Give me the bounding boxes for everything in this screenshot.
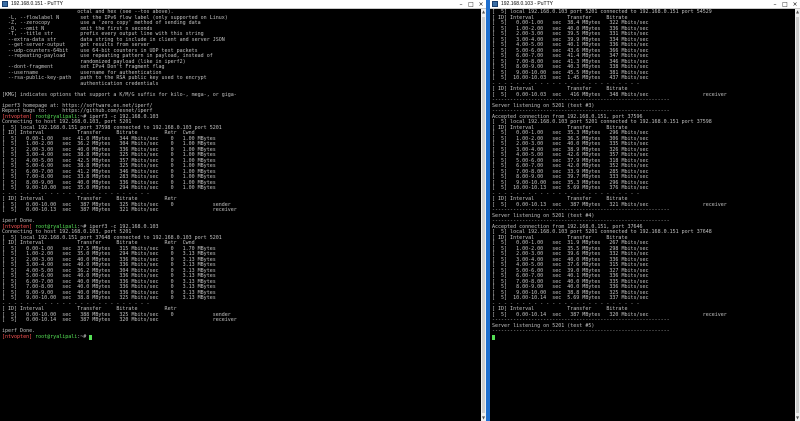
terminal-line-text: ----------------------------------------… (492, 328, 670, 334)
scroll-down-arrow-icon[interactable]: ▼ (795, 415, 800, 421)
left-putty-window[interactable]: 192.168.0.151 - PuTTY – □ × octal and he… (0, 0, 486, 421)
right-terminal-output[interactable]: [ 5] local 192.168.0.103 port 5201 conne… (490, 9, 794, 421)
minimize-icon[interactable]: – (456, 0, 466, 9)
maximize-icon[interactable]: □ (466, 0, 476, 9)
scroll-up-arrow-icon[interactable]: ▲ (481, 9, 486, 15)
scroll-down-arrow-icon[interactable]: ▼ (481, 415, 486, 421)
terminal-cursor (89, 334, 93, 340)
prompt-user-host: root@ryalipali (35, 333, 78, 340)
minimize-icon[interactable]: – (770, 0, 780, 9)
terminal-line-text: authentication credentials (2, 80, 159, 87)
terminal-line: [ntvopten] root@ryalipali:~# (2, 333, 478, 341)
putty-icon (2, 1, 8, 7)
left-terminal-output[interactable]: octal and hex (see --tos above). -L, --f… (0, 9, 480, 421)
right-scrollbar[interactable]: ▲ ▼ (795, 9, 800, 421)
terminal-line-text: :~# (77, 333, 90, 340)
maximize-icon[interactable]: □ (780, 0, 790, 9)
right-putty-window[interactable]: 192.168.0.103 - PuTTY – □ × [ 5] local 1… (490, 0, 800, 421)
left-title-bar[interactable]: 192.168.0.151 - PuTTY – □ × (0, 0, 486, 9)
terminal-line-text: [ 5] 0.00-10.14 sec 387 MBytes 320 Mbits… (2, 317, 237, 323)
terminal-line-text: [ 5] 0.00-10.13 sec 387 MBytes 321 Mbits… (2, 207, 237, 213)
left-scrollbar-thumb[interactable] (482, 17, 485, 413)
left-window-title: 192.168.0.151 - PuTTY (11, 1, 63, 7)
putty-icon (492, 1, 498, 7)
terminal-cursor (492, 334, 495, 340)
scroll-up-arrow-icon[interactable]: ▲ (795, 9, 800, 15)
right-title-bar[interactable]: 192.168.0.103 - PuTTY – □ × (490, 0, 800, 9)
close-icon[interactable]: × (790, 0, 800, 9)
prompt-tag: [ntvopten] (2, 333, 36, 340)
close-icon[interactable]: × (476, 0, 486, 9)
right-scrollbar-thumb[interactable] (796, 17, 799, 413)
terminal-line-text: [KMG] indicates options that support a K… (2, 91, 237, 98)
left-scrollbar[interactable]: ▲ ▼ (481, 9, 486, 421)
terminal-line (492, 334, 792, 341)
right-window-title: 192.168.0.103 - PuTTY (501, 1, 553, 7)
